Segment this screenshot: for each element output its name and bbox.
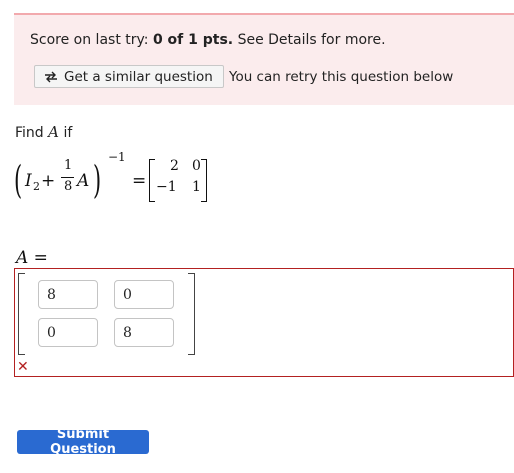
wrong-x-icon: ✕ bbox=[17, 359, 29, 375]
matrix-cell: −1 bbox=[156, 179, 177, 195]
get-similar-question-label: Get a similar question bbox=[64, 68, 213, 85]
matrix-cell: 2 bbox=[170, 158, 179, 174]
submit-question-button[interactable]: Submit Question bbox=[17, 427, 149, 457]
score-suffix: See Details for more. bbox=[237, 32, 386, 48]
right-paren: ) bbox=[93, 158, 102, 202]
answer-cell-r1c2[interactable]: 0 bbox=[114, 280, 174, 309]
answer-cell-r1c1[interactable]: 8 bbox=[38, 280, 98, 309]
question-prompt: Find A if bbox=[15, 123, 72, 141]
inverse-exponent: −1 bbox=[108, 150, 126, 164]
prompt-if: if bbox=[63, 125, 73, 141]
get-similar-question-button[interactable]: Get a similar question bbox=[34, 65, 224, 88]
answer-cell-r2c2[interactable]: 8 bbox=[114, 318, 174, 347]
score-line: Score on last try: 0 of 1 pts. See Detai… bbox=[30, 32, 386, 48]
identity-subscript: 2 bbox=[33, 180, 40, 193]
score-prefix: Score on last try: bbox=[30, 32, 149, 48]
matrix-left-bracket bbox=[149, 159, 155, 202]
equals-sign: = bbox=[132, 171, 147, 191]
fraction-bar bbox=[61, 177, 74, 178]
equation-variable: A bbox=[77, 171, 90, 191]
answer-label: A = bbox=[16, 248, 48, 268]
identity-symbol: I bbox=[25, 171, 32, 191]
score-feedback-panel: Score on last try: 0 of 1 pts. See Detai… bbox=[14, 13, 514, 105]
question-equation: ( I 2 + 1 8 A ) −1 = 2 0 −1 1 bbox=[14, 150, 214, 212]
matrix-cell: 0 bbox=[192, 158, 201, 174]
left-paren: ( bbox=[14, 158, 23, 202]
retry-arrows-icon bbox=[43, 70, 59, 84]
answer-label-text: A = bbox=[16, 248, 48, 268]
fraction-denominator: 8 bbox=[64, 179, 73, 194]
answer-cell-r2c1[interactable]: 0 bbox=[38, 318, 98, 347]
fraction-numerator: 1 bbox=[64, 158, 73, 173]
plus-sign: + bbox=[41, 171, 56, 191]
answer-right-bracket bbox=[188, 273, 195, 355]
prompt-variable: A bbox=[48, 123, 59, 141]
answer-matrix-box: 8 0 0 8 ✕ bbox=[14, 268, 514, 377]
matrix-right-bracket bbox=[201, 159, 207, 202]
matrix-cell: 1 bbox=[192, 179, 201, 195]
prompt-find: Find bbox=[15, 125, 44, 141]
retry-message: You can retry this question below bbox=[229, 69, 454, 85]
answer-left-bracket bbox=[18, 273, 25, 355]
score-value: 0 of 1 pts. bbox=[152, 32, 234, 48]
